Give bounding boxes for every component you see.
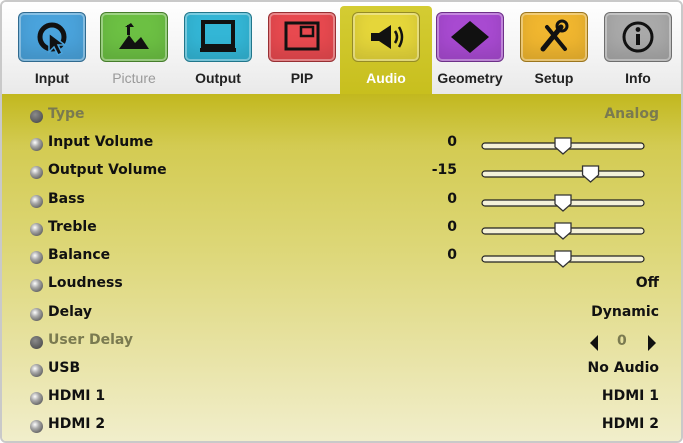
tab-label: Picture (112, 70, 156, 86)
slider-knob[interactable] (554, 137, 572, 155)
setting-label: Type (48, 106, 85, 122)
tab-label: Geometry (437, 70, 503, 86)
setting-value: 0 (447, 219, 457, 235)
info-icon (604, 12, 672, 62)
row-user-delay: User Delay 0 (2, 330, 681, 358)
setting-label: Input Volume (48, 134, 154, 150)
setting-label: Delay (48, 304, 93, 320)
bass-slider[interactable] (478, 194, 648, 212)
user-delay-value: 0 (617, 333, 627, 349)
setting-value: HDMI 1 (601, 388, 659, 404)
setting-label: HDMI 1 (48, 388, 106, 404)
tab-pip[interactable]: PIP (260, 12, 344, 92)
setting-label: Output Volume (48, 162, 167, 178)
slider-knob[interactable] (554, 194, 572, 212)
bullet-icon (30, 308, 43, 321)
setting-value: HDMI 2 (601, 416, 659, 432)
pip-window-icon (268, 12, 336, 62)
bullet-icon (30, 110, 43, 123)
picture-landscape-icon (100, 12, 168, 62)
balance-slider[interactable] (478, 250, 648, 268)
tab-output[interactable]: Output (176, 12, 260, 92)
setting-value: -15 (431, 162, 457, 178)
row-output-volume[interactable]: Output Volume -15 (2, 160, 681, 188)
setting-value: Off (635, 275, 659, 291)
slider-knob[interactable] (581, 165, 600, 183)
row-bass[interactable]: Bass 0 (2, 189, 681, 217)
slider-track (481, 170, 645, 178)
bullet-icon (30, 279, 43, 292)
output-volume-slider[interactable] (478, 165, 648, 183)
tab-label: Input (34, 70, 70, 86)
bullet-icon (30, 392, 43, 405)
osd-window: Input Picture Output PIP Audio Geometry … (0, 0, 683, 443)
bullet-icon (30, 166, 43, 179)
slider-knob[interactable] (554, 250, 572, 268)
bullet-icon (30, 364, 43, 377)
input-cursor-icon (18, 12, 86, 62)
row-type: Type Analog (2, 104, 681, 132)
arrow-left-icon[interactable] (589, 335, 599, 351)
bullet-icon (30, 420, 43, 433)
setting-label: Bass (48, 191, 85, 207)
tab-audio[interactable]: Audio (340, 6, 432, 106)
tab-label: Info (625, 70, 651, 86)
setting-value: Dynamic (591, 304, 659, 320)
setting-label: Balance (48, 247, 111, 263)
bullet-icon (30, 336, 43, 349)
row-input-volume[interactable]: Input Volume 0 (2, 132, 681, 160)
setting-label: Treble (48, 219, 97, 235)
tab-label: Output (195, 70, 241, 86)
geometry-diamond-icon (436, 12, 504, 62)
bullet-icon (30, 251, 43, 264)
row-loudness[interactable]: Loudness Off (2, 273, 681, 301)
tab-input[interactable]: Input (10, 12, 94, 92)
tab-picture[interactable]: Picture (92, 12, 176, 92)
setting-value: 0 (447, 247, 457, 263)
treble-slider[interactable] (478, 222, 648, 240)
setting-value: Analog (604, 106, 659, 122)
row-usb[interactable]: USB No Audio (2, 358, 681, 386)
row-delay[interactable]: Delay Dynamic (2, 302, 681, 330)
setting-value: 0 (447, 134, 457, 150)
bullet-icon (30, 195, 43, 208)
bullet-icon (30, 138, 43, 151)
setting-label: User Delay (48, 332, 134, 348)
arrow-right-icon[interactable] (647, 335, 657, 351)
bullet-icon (30, 223, 43, 236)
setting-label: Loudness (48, 275, 123, 291)
audio-settings-panel: Type Analog Input Volume 0 Output Volume… (2, 94, 681, 441)
row-hdmi-1[interactable]: HDMI 1 HDMI 1 (2, 386, 681, 414)
menu-tab-bar: Input Picture Output PIP Audio Geometry … (2, 2, 681, 106)
setting-value: No Audio (587, 360, 659, 376)
row-balance[interactable]: Balance 0 (2, 245, 681, 273)
tab-setup[interactable]: Setup (512, 12, 596, 92)
audio-speaker-icon (352, 12, 420, 62)
setting-label: HDMI 2 (48, 416, 106, 432)
tab-label: Setup (534, 70, 574, 86)
user-delay-stepper[interactable]: 0 (589, 333, 659, 353)
row-hdmi-2[interactable]: HDMI 2 HDMI 2 (2, 414, 681, 441)
tab-label: Audio (366, 70, 406, 86)
tab-info[interactable]: Info (596, 12, 680, 92)
tab-label: PIP (290, 70, 314, 86)
setting-label: USB (48, 360, 81, 376)
setting-value: 0 (447, 191, 457, 207)
input-volume-slider[interactable] (478, 137, 648, 155)
slider-knob[interactable] (554, 222, 572, 240)
tab-geometry[interactable]: Geometry (428, 12, 512, 92)
output-monitor-icon (184, 12, 252, 62)
row-treble[interactable]: Treble 0 (2, 217, 681, 245)
setup-tools-icon (520, 12, 588, 62)
